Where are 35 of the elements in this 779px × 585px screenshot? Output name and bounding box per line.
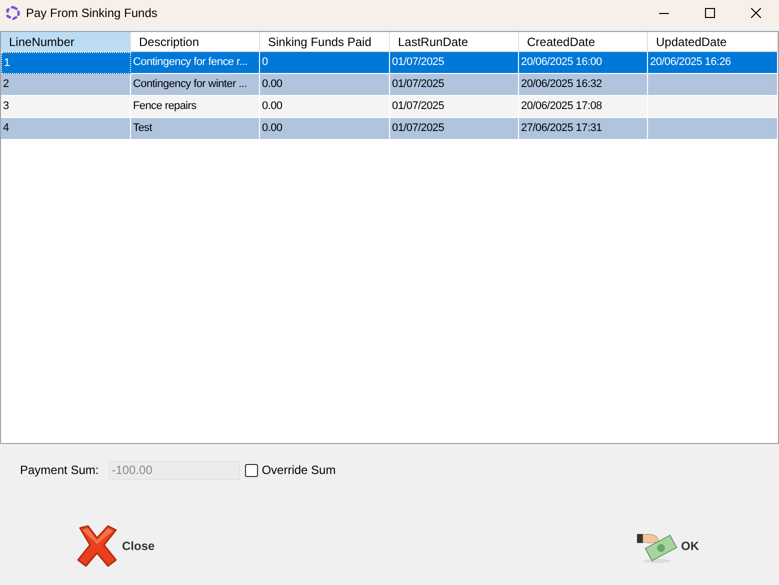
- table-cell-text: 3: [2, 99, 10, 114]
- table-row[interactable]: 2 Contingency for winter ... 0.00 01/07/2025 20/06/2025 16:32: [1, 74, 778, 96]
- table-cell-text: 01/07/2025: [391, 99, 446, 114]
- table-cell-text: 01/07/2025: [391, 77, 446, 92]
- override-sum-label: Override Sum: [262, 462, 336, 479]
- app-logo-icon: [6, 6, 20, 20]
- table-cell-text: 27/06/2025 17:31: [520, 121, 603, 136]
- window-title: Pay From Sinking Funds: [26, 4, 158, 22]
- table-cell-text: 20/06/2025 16:00: [520, 55, 603, 70]
- maximize-icon: [705, 8, 715, 18]
- table-row[interactable]: 1 Contingency for fence r... 0 01/07/2025 20/06/2025 16:00 20/06/2025 16:26: [1, 52, 778, 74]
- table-cell-text: 1: [3, 56, 11, 71]
- table-cell-text: 0.00: [261, 77, 284, 92]
- table-row[interactable]: 4 Test 0.00 01/07/2025 27/06/2025 17:31: [1, 118, 778, 140]
- table-cell-text: 4: [2, 121, 10, 136]
- payment-sum-label: Payment Sum:: [20, 462, 99, 479]
- ok-button[interactable]: OK: [635, 528, 699, 564]
- table-cell-text: 0.00: [261, 121, 284, 136]
- table-cell-text: Test: [132, 121, 154, 136]
- table-cell-text: 0: [261, 55, 269, 70]
- table-cell-text: 01/07/2025: [391, 121, 446, 136]
- table-cell-text: 20/06/2025 16:32: [520, 77, 603, 92]
- table-cell-text: 01/07/2025: [391, 55, 446, 70]
- table-cell-text: 20/06/2025 16:26: [649, 55, 732, 70]
- column-header[interactable]: LineNumber: [1, 32, 131, 51]
- table-cell-text: Contingency for fence r...: [132, 55, 248, 70]
- table-row[interactable]: 3 Fence repairs 0.00 01/07/2025 20/06/2025 17:08: [1, 96, 778, 118]
- override-sum-checkbox[interactable]: [244, 464, 258, 476]
- close-button[interactable]: Close: [74, 524, 155, 568]
- table-cell-text: 0.00: [261, 99, 284, 114]
- table-cell-text: Fence repairs: [132, 99, 198, 114]
- close-icon: [751, 8, 761, 18]
- table-cell-text: Contingency for winter ...: [132, 77, 248, 92]
- table-cell-text: 2: [2, 77, 10, 92]
- table-cell-text: 20/06/2025 17:08: [520, 99, 603, 114]
